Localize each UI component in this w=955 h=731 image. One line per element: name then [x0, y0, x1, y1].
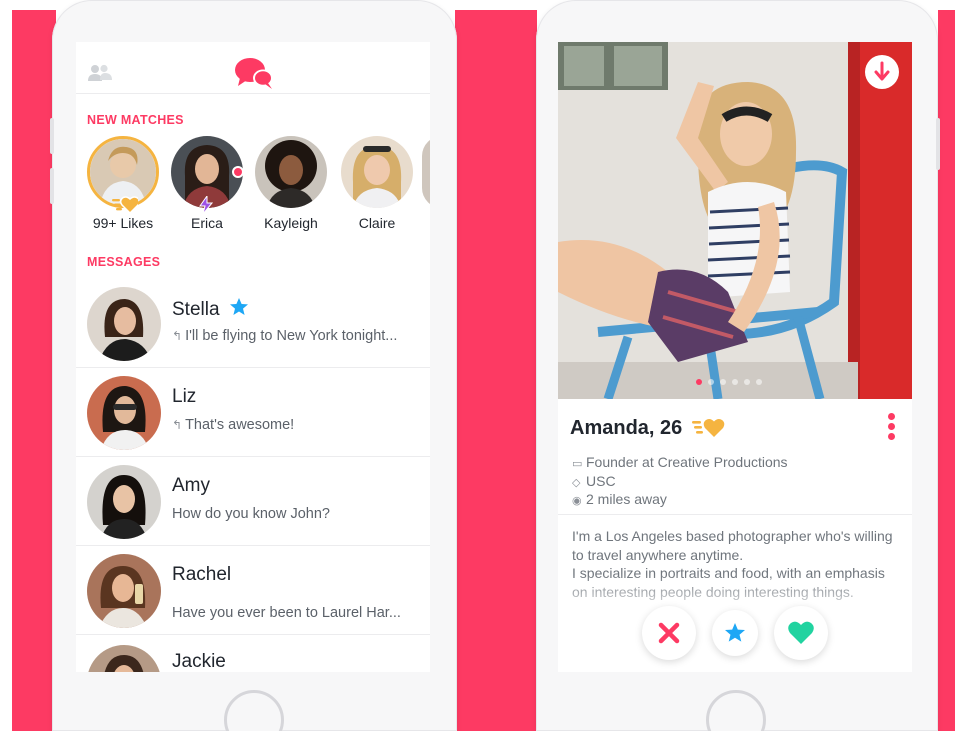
like-heart-icon — [788, 621, 814, 644]
message-row-rachel[interactable]: Rachel Have you ever been to Laurel Har.… — [76, 546, 430, 635]
superlike-star-icon — [725, 623, 745, 642]
reply-arrow-icon: ↰ — [172, 329, 183, 343]
school-text: USC — [586, 473, 616, 489]
photo-dot[interactable] — [744, 379, 750, 385]
like-button[interactable] — [774, 606, 828, 660]
photo-dot[interactable] — [708, 379, 714, 385]
match-claire[interactable]: Claire — [338, 136, 416, 231]
nope-button[interactable] — [642, 606, 696, 660]
distance-line: ◉ 2 miles away — [572, 491, 667, 507]
message-preview: ↰ I'll be flying to New York tonight... — [172, 328, 397, 344]
top-bar — [76, 42, 430, 94]
avatar — [255, 136, 327, 208]
home-button[interactable] — [224, 690, 284, 731]
messages-label: MESSAGES — [87, 255, 161, 269]
avatar — [87, 554, 161, 628]
message-text: That's awesome! — [185, 417, 295, 433]
job-text: Founder at Creative Productions — [586, 454, 788, 470]
superlike-button[interactable] — [712, 610, 758, 656]
graduation-cap-icon: ◇ — [572, 477, 581, 489]
promo-stage: NEW MATCHES 99+ Likes Erica Kayleigh Cla… — [0, 0, 955, 731]
contact-name-text: Stella — [172, 299, 220, 320]
volume-button — [50, 168, 54, 204]
home-button[interactable] — [706, 690, 766, 731]
avatar — [87, 376, 161, 450]
school-line: ◇ USC — [572, 473, 616, 489]
next-match-peek — [422, 136, 430, 208]
message-preview: ↰ That's awesome! — [172, 417, 294, 433]
photo-dot[interactable] — [732, 379, 738, 385]
avatar — [87, 645, 161, 672]
contact-name: Amy — [172, 475, 210, 496]
photo-dot[interactable] — [720, 379, 726, 385]
location-pin-icon: ◉ — [572, 495, 582, 507]
volume-button — [50, 118, 54, 154]
avatar — [87, 465, 161, 539]
message-preview: How do you know John? — [172, 506, 330, 522]
contact-name: Rachel — [172, 564, 232, 585]
profile-card-screen: Amanda, 26 ▭ Founder at Creative Producti… — [558, 42, 912, 672]
message-preview: Have you ever been to Laurel Har... — [172, 605, 401, 621]
gold-heart-icon — [692, 419, 725, 437]
photo-dot[interactable] — [696, 379, 702, 385]
profile-photo[interactable] — [558, 42, 912, 399]
message-row-liz[interactable]: Liz ↰ That's awesome! — [76, 368, 430, 457]
distance-text: 2 miles away — [586, 491, 667, 507]
match-erica[interactable]: Erica — [168, 136, 246, 231]
pink-backdrop-middle — [455, 10, 537, 731]
profile-name-age: Amanda, 26 — [570, 417, 683, 439]
pink-backdrop-right — [938, 10, 955, 731]
collapse-profile-icon[interactable] — [864, 54, 900, 90]
match-name: 99+ Likes — [92, 215, 154, 231]
photo-dot[interactable] — [756, 379, 762, 385]
reply-arrow-icon: ↰ — [172, 418, 183, 432]
right-phone: Amanda, 26 ▭ Founder at Creative Producti… — [536, 0, 940, 731]
match-name: Erica — [191, 215, 223, 231]
more-options-icon[interactable] — [888, 413, 896, 443]
match-name: Kayleigh — [264, 215, 318, 231]
photo-pagination — [696, 379, 762, 385]
divider — [558, 514, 912, 515]
chat-bubbles-icon[interactable] — [234, 56, 274, 90]
power-button — [936, 118, 940, 170]
briefcase-icon: ▭ — [572, 458, 583, 470]
boost-bolt-icon — [199, 196, 213, 214]
contact-name: Jackie — [172, 651, 226, 672]
match-kayleigh[interactable]: Kayleigh — [252, 136, 330, 231]
new-matches-label: NEW MATCHES — [87, 113, 184, 127]
messages-screen: NEW MATCHES 99+ Likes Erica Kayleigh Cla… — [76, 42, 430, 672]
gold-heart-icon — [112, 196, 138, 214]
left-phone: NEW MATCHES 99+ Likes Erica Kayleigh Cla… — [50, 0, 457, 731]
match-name: Claire — [358, 215, 396, 231]
contact-name: Stella — [172, 297, 249, 321]
job-line: ▭ Founder at Creative Productions — [572, 454, 788, 470]
people-icon[interactable] — [88, 64, 112, 82]
avatar — [87, 287, 161, 361]
match-likes[interactable]: 99+ Likes — [84, 136, 162, 231]
nope-x-icon — [658, 622, 680, 644]
contact-name: Liz — [172, 386, 197, 407]
online-dot — [232, 166, 244, 178]
message-row-amy[interactable]: Amy How do you know John? — [76, 457, 430, 546]
avatar — [341, 136, 413, 208]
message-row-stella[interactable]: Stella ↰ I'll be flying to New York tonig… — [76, 279, 430, 368]
new-matches-row: 99+ Likes Erica Kayleigh Claire — [76, 136, 430, 240]
message-row-jackie[interactable]: Jackie — [76, 635, 430, 672]
superlike-star-icon — [229, 298, 248, 315]
message-text: I'll be flying to New York tonight... — [185, 328, 398, 344]
